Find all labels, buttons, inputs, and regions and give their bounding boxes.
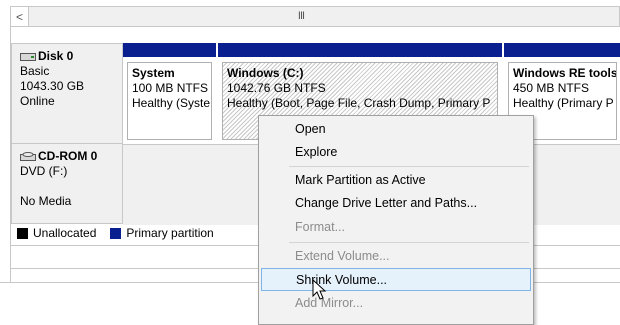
partition-status: Healthy (Primary P <box>513 96 614 110</box>
disk-management-window: < III Disk 0 Basic 1043.30 GB Online Sys… <box>0 0 620 325</box>
cdrom-0-type: DVD (F:) <box>20 164 68 178</box>
cd-drive-icon <box>20 151 36 161</box>
partition-color-bar <box>218 43 502 57</box>
legend-label: Unallocated <box>33 226 97 240</box>
disk-0-status: Online <box>20 94 55 108</box>
cdrom-0-title-row: CD-ROM 0 <box>20 149 114 164</box>
menu-item-change-drive-letter[interactable]: Change Drive Letter and Paths... <box>259 192 533 215</box>
cdrom-0-label[interactable]: CD-ROM 0 DVD (F:) No Media <box>11 144 123 224</box>
partition-size: 450 MB NTFS <box>513 81 590 95</box>
legend-label: Primary partition <box>126 226 214 240</box>
legend-unallocated: Unallocated <box>17 226 96 240</box>
partition-size: 1042.76 GB NTFS <box>227 81 326 95</box>
menu-item-format[interactable]: Format... <box>259 216 533 239</box>
scroll-thumb-grip-icon[interactable]: III <box>291 10 311 22</box>
mouse-pointer-icon <box>312 279 327 300</box>
partition-context-menu: Open Explore Mark Partition as Active Ch… <box>258 115 534 325</box>
partition-name: Windows (C:) <box>227 66 304 80</box>
menu-item-extend-volume[interactable]: Extend Volume... <box>259 245 533 268</box>
menu-item-shrink-volume[interactable]: Shrink Volume... <box>261 268 531 291</box>
partition-name: System <box>132 66 175 80</box>
partition-size: 100 MB NTFS <box>132 81 209 95</box>
cdrom-0-media: No Media <box>20 194 72 208</box>
menu-item-explore[interactable]: Explore <box>259 141 533 164</box>
disk-0-size: 1043.30 GB <box>20 79 85 93</box>
disk-0-label[interactable]: Disk 0 Basic 1043.30 GB Online <box>11 43 123 144</box>
menu-item-open[interactable]: Open <box>259 118 533 141</box>
partition-status: Healthy (Syste <box>132 96 211 110</box>
partition-system-info: System 100 MB NTFS Healthy (Syste <box>127 62 212 140</box>
legend-primary-partition: Primary partition <box>110 226 214 240</box>
menu-item-add-mirror[interactable]: Add Mirror... <box>259 292 533 315</box>
partition-name: Windows RE tools <box>513 66 617 80</box>
primary-partition-swatch-icon <box>110 227 122 239</box>
cdrom-0-name: CD-ROM 0 <box>38 149 98 163</box>
disk-0-name: Disk 0 <box>38 49 74 63</box>
unallocated-swatch-icon <box>17 227 28 239</box>
partition-color-bar <box>123 43 216 57</box>
partition-system[interactable]: System 100 MB NTFS Healthy (Syste <box>123 43 216 144</box>
disk-0-type: Basic <box>20 64 50 78</box>
disk-0-title-row: Disk 0 <box>20 49 114 64</box>
partition-color-bar <box>504 43 620 57</box>
menu-item-mark-partition-active[interactable]: Mark Partition as Active <box>259 169 533 192</box>
top-horizontal-scrollbar[interactable]: < III <box>10 6 620 27</box>
hard-disk-icon <box>20 52 36 61</box>
menu-separator <box>289 242 529 243</box>
menu-separator <box>289 166 529 167</box>
partition-status: Healthy (Boot, Page File, Crash Dump, Pr… <box>227 96 491 110</box>
scroll-left-arrow-icon[interactable]: < <box>11 7 29 26</box>
